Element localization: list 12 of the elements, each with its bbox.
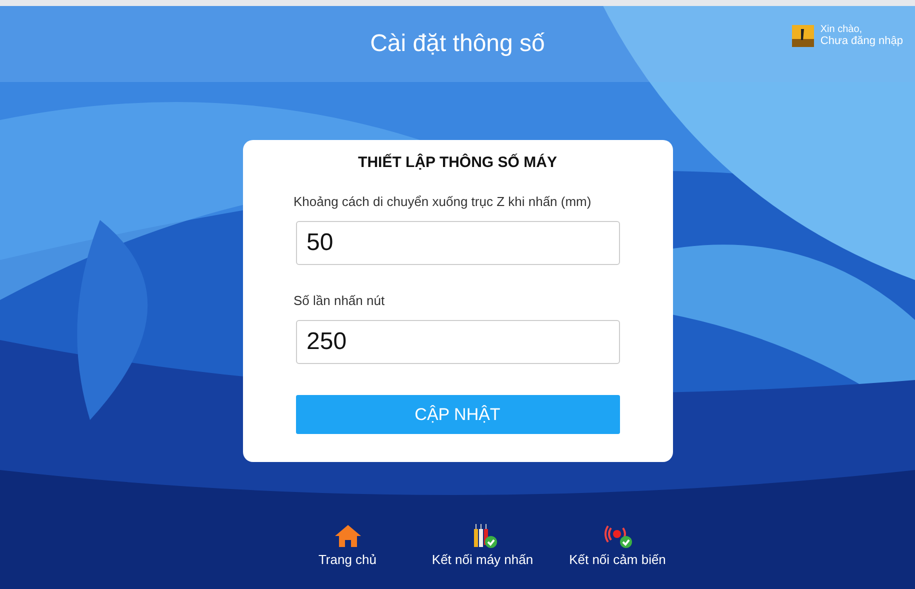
input-field[interactable]: 50	[296, 221, 620, 265]
nav-item[interactable]: Kết nối cảm biến	[560, 523, 675, 583]
input-field[interactable]: 250	[296, 320, 620, 364]
nav-item[interactable]: Kết nối máy nhấn	[425, 523, 540, 583]
field-label: Số lần nhấn nút	[294, 293, 386, 308]
page-title: Cài đặt thông số	[370, 30, 545, 58]
house-icon	[332, 523, 362, 549]
form-title: THIẾT LẬP THÔNG SỐ MÁY	[357, 154, 558, 171]
greeting-text: Xin chào,	[820, 24, 864, 35]
avatar-icon	[792, 24, 814, 46]
field-label: Khoảng cách di chuyển xuống trục Z khi nhấn (mm)	[294, 194, 592, 209]
nav-item[interactable]: Trang chủ	[290, 523, 405, 583]
